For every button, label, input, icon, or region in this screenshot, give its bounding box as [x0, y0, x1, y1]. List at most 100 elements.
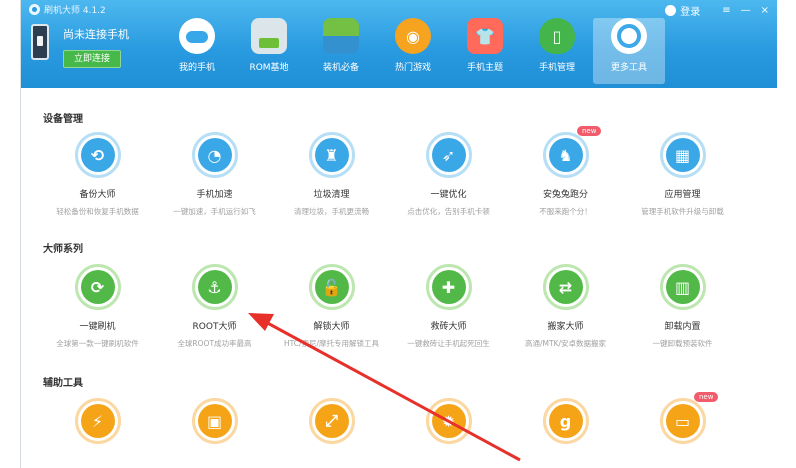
top-nav: 我的手机 ROM基地 装机必备 ◉ 热门游戏 👕 手机主题 ▯ 手机管理 更多工…	[161, 18, 665, 84]
nav-phone-manage[interactable]: ▯ 手机管理	[521, 18, 593, 84]
rocket-icon: ➶	[431, 138, 466, 172]
tool-root[interactable]: ⚓ ROOT大师 全球ROOT成功率最高	[156, 264, 273, 349]
close-button[interactable]: ×	[761, 5, 769, 16]
master-tools-row: ⟳ 一键刷机 全球第一款一键刷机软件 ⚓ ROOT大师 全球ROOT成功率最高 …	[39, 264, 759, 349]
tool-desc: 轻松备份和恢复手机数据	[56, 207, 139, 216]
user-icon	[665, 5, 677, 16]
tool-name: 卸载内置	[664, 322, 701, 332]
cloud-icon	[179, 18, 215, 54]
section-title-device: 设备管理	[43, 114, 83, 125]
tools-icon	[611, 18, 647, 54]
tool-rescue[interactable]: ✚ 救砖大师 一键救砖让手机起死回生	[390, 264, 507, 349]
nav-more-tools[interactable]: 更多工具	[593, 18, 665, 84]
section-title-aux: 辅助工具	[43, 378, 83, 389]
tool-name: 应用管理	[664, 190, 701, 200]
nav-my-phone[interactable]: 我的手机	[161, 18, 233, 84]
tool-aux-2[interactable]: ▣	[156, 398, 273, 444]
tool-antutu[interactable]: new ♞ 安兔兔跑分 不服来跑个分！	[507, 126, 624, 217]
nav-essential-apps[interactable]: 装机必备	[305, 18, 377, 84]
transfer-icon: ⇄	[548, 270, 583, 304]
phone-status-text: 尚未连接手机	[63, 28, 129, 41]
login-link[interactable]: 登录	[680, 3, 700, 18]
manage-icon: ▯	[539, 18, 575, 54]
tool-desc: HTC/索尼/摩托专用解锁工具	[283, 339, 380, 348]
app-title: 刷机大师 4.1.2	[44, 6, 106, 16]
app-window: 刷机大师 4.1.2 尚未连接手机 立即连接 我的手机 ROM基地 装机必备 ◉…	[20, 0, 777, 468]
tool-backup[interactable]: ⟲ 备份大师 轻松备份和恢复手机数据	[39, 132, 156, 217]
refresh-icon: ⟳	[80, 270, 115, 304]
antutu-icon: ♞	[548, 138, 583, 172]
tool-desc: 一键卸载预装软件	[652, 339, 713, 348]
tool-desc: 一键加速，手机运行如飞	[173, 207, 256, 216]
device-tools-row: ⟲ 备份大师 轻松备份和恢复手机数据 ◔ 手机加速 一键加速，手机运行如飞 ♜ …	[39, 126, 759, 217]
phone-icon	[31, 24, 49, 60]
header-bar: 刷机大师 4.1.2 尚未连接手机 立即连接 我的手机 ROM基地 装机必备 ◉…	[21, 0, 777, 88]
rom-icon	[251, 18, 287, 54]
tool-desc: 全球第一款一键刷机软件	[56, 339, 139, 348]
tool-desc: 一键救砖让手机起死回生	[407, 339, 490, 348]
tool-clean[interactable]: ♜ 垃圾清理 清理垃圾，手机更流畅	[273, 132, 390, 217]
nav-phone-theme[interactable]: 👕 手机主题	[449, 18, 521, 84]
tool-speedup[interactable]: ◔ 手机加速 一键加速，手机运行如飞	[156, 132, 273, 217]
tool-desc: 高通/MTK/安卓数据搬家	[524, 339, 607, 348]
tool-desc: 清理垃圾，手机更流畅	[294, 207, 369, 216]
tool-desc: 全球ROOT成功率最高	[177, 339, 252, 348]
tool-name: 解锁大师	[313, 322, 350, 332]
backup-icon: ⟲	[80, 138, 115, 172]
tool-aux-4[interactable]: ✹	[390, 398, 507, 444]
connect-icon: ⤢	[314, 404, 349, 438]
tool-aux-6[interactable]: new ▭	[624, 392, 741, 444]
new-badge: new	[694, 392, 719, 402]
tool-uninstall[interactable]: ▥ 卸载内置 一键卸载预装软件	[624, 264, 741, 349]
laptop-icon: ▭	[665, 404, 700, 438]
broom-icon: ♜	[314, 138, 349, 172]
tool-unlock[interactable]: 🔓 解锁大师 HTC/索尼/摩托专用解锁工具	[273, 264, 390, 349]
tools-panel: 设备管理 ⟲ 备份大师 轻松备份和恢复手机数据 ◔ 手机加速 一键加速，手机运行…	[21, 88, 777, 468]
tool-name: 救砖大师	[430, 322, 467, 332]
new-badge: new	[577, 126, 602, 136]
nav-label: 装机必备	[322, 63, 359, 73]
tool-desc: 管理手机软件升级与卸载	[641, 207, 724, 216]
tool-migrate[interactable]: ⇄ 搬家大师 高通/MTK/安卓数据搬家	[507, 264, 624, 349]
nav-label: 我的手机	[178, 63, 215, 73]
tool-name: 垃圾清理	[313, 190, 350, 200]
tool-aux-3[interactable]: ⤢	[273, 398, 390, 444]
tablet-icon: ▣	[197, 404, 232, 438]
nav-hot-games[interactable]: ◉ 热门游戏	[377, 18, 449, 84]
tool-name: 备份大师	[79, 190, 116, 200]
app-logo-icon	[29, 4, 40, 15]
section-title-master: 大师系列	[43, 244, 83, 255]
nav-rom-base[interactable]: ROM基地	[233, 18, 305, 84]
apps-icon	[323, 18, 359, 54]
tool-flash[interactable]: ⟳ 一键刷机 全球第一款一键刷机软件	[39, 264, 156, 349]
tool-name: 安兔兔跑分	[542, 190, 588, 200]
nav-label: 热门游戏	[394, 63, 431, 73]
nav-label: 手机主题	[466, 63, 503, 73]
phone-status-panel: 尚未连接手机 立即连接	[31, 24, 129, 68]
grid-icon: ▦	[665, 138, 700, 172]
minimize-button[interactable]: —	[741, 5, 751, 16]
connect-button[interactable]: 立即连接	[63, 50, 121, 68]
menu-icon[interactable]: ≡	[722, 5, 730, 16]
tool-name: 一键优化	[430, 190, 467, 200]
tool-optimize[interactable]: ➶ 一键优化 点击优化，告别手机卡顿	[390, 132, 507, 217]
trash-icon: ▥	[665, 270, 700, 304]
tool-name: 一键刷机	[79, 322, 116, 332]
anchor-icon: ⚓	[197, 270, 232, 304]
tool-aux-5[interactable]: g	[507, 398, 624, 444]
tool-desc: 点击优化，告别手机卡顿	[407, 207, 490, 216]
theme-icon: 👕	[467, 18, 503, 54]
tool-app-manage[interactable]: ▦ 应用管理 管理手机软件升级与卸载	[624, 132, 741, 217]
unlock-icon: 🔓	[314, 270, 349, 304]
tool-aux-1[interactable]: ⚡	[39, 398, 156, 444]
lightning-icon: ⚡	[80, 404, 115, 438]
aux-tools-row: ⚡ ▣ ⤢ ✹ g new ▭	[39, 392, 759, 444]
tool-name: ROOT大师	[192, 322, 237, 332]
tool-desc: 不服来跑个分！	[539, 207, 592, 216]
phone-plus-icon: ✚	[431, 270, 466, 304]
tool-name: 搬家大师	[547, 322, 584, 332]
nav-label: ROM基地	[249, 63, 289, 73]
sun-icon: ✹	[431, 404, 466, 438]
games-icon: ◉	[395, 18, 431, 54]
tool-name: 手机加速	[196, 190, 233, 200]
